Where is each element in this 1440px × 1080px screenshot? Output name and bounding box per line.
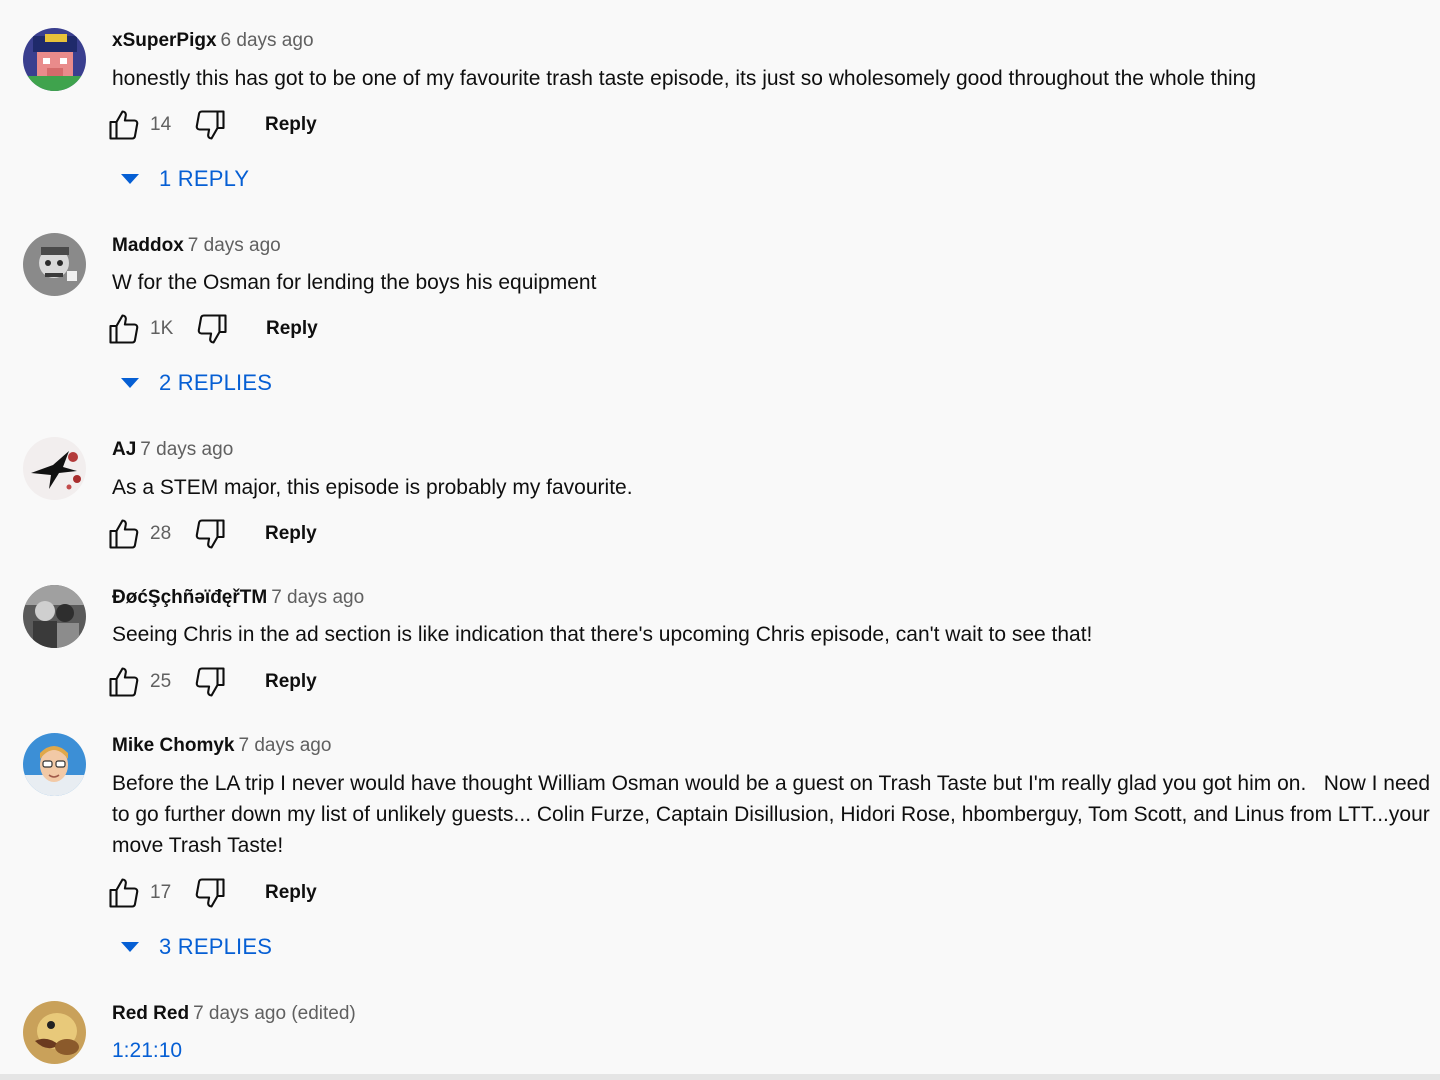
comment-header: Maddox 7 days ago: [112, 233, 281, 259]
caret-down-icon: [121, 942, 139, 952]
view-replies-button[interactable]: 3 REPLIES: [118, 930, 272, 964]
like-button[interactable]: [106, 875, 142, 911]
comment-actions: 28 Reply: [106, 516, 336, 556]
like-count: 17: [150, 882, 172, 903]
comment-actions: 25 Reply: [106, 664, 336, 704]
reply-button[interactable]: Reply: [265, 880, 317, 906]
like-count: 1K: [150, 318, 174, 339]
like-count: 14: [150, 114, 172, 135]
thumbs-up-icon: [109, 878, 139, 908]
user-avatar[interactable]: [23, 733, 86, 796]
user-avatar[interactable]: [23, 437, 86, 500]
dislike-button[interactable]: [192, 664, 228, 700]
comment-timestamp[interactable]: 7 days ago: [271, 587, 364, 608]
view-replies-label: 1 REPLY: [159, 166, 250, 191]
comment-actions: 17 Reply: [106, 875, 336, 915]
comment-text: W for the Osman for lending the boys his…: [112, 271, 597, 294]
comment-text: honestly this has got to be one of my fa…: [112, 67, 1257, 90]
user-avatar[interactable]: [23, 28, 86, 91]
duck-avatar-icon: [23, 1001, 86, 1064]
comment-author[interactable]: Red Red: [112, 1003, 189, 1024]
comment-header: xSuperPigx 6 days ago: [112, 28, 314, 54]
user-avatar[interactable]: [23, 585, 86, 648]
comment-actions: 1K Reply: [106, 311, 336, 351]
user-avatar[interactable]: [23, 233, 86, 296]
reply-button[interactable]: Reply: [265, 669, 317, 695]
thumbs-down-icon: [195, 878, 225, 908]
comment-author[interactable]: AJ: [112, 439, 136, 460]
like-count: 25: [150, 671, 172, 692]
dislike-button[interactable]: [194, 311, 230, 347]
comment-header: Red Red 7 days ago (edited): [112, 1001, 356, 1027]
comment-text: Before the LA trip I never would have th…: [112, 772, 1436, 857]
like-count: 28: [150, 523, 172, 544]
comment-timestamp[interactable]: 7 days ago: [238, 735, 331, 756]
like-button[interactable]: [106, 107, 142, 143]
thumbs-up-icon: [109, 314, 139, 344]
thumbs-down-icon: [195, 110, 225, 140]
thumbs-down-icon: [197, 314, 227, 344]
cartoon-face-avatar-icon: [23, 733, 86, 796]
minecraft-pig-avatar-icon: [23, 28, 86, 91]
dislike-button[interactable]: [192, 107, 228, 143]
view-replies-button[interactable]: 1 REPLY: [118, 162, 249, 196]
comment-actions: 14 Reply: [106, 107, 336, 147]
reply-button[interactable]: Reply: [266, 316, 318, 342]
comment-timestamp[interactable]: 7 days ago: [188, 235, 281, 256]
comment-header: Mike Chomyk 7 days ago: [112, 733, 331, 759]
caret-down-icon: [121, 378, 139, 388]
comment-timestamp[interactable]: 7 days ago (edited): [193, 1003, 356, 1024]
comment-author[interactable]: Mike Chomyk: [112, 735, 234, 756]
timestamp-link[interactable]: 1:21:10: [112, 1035, 1440, 1066]
view-replies-label: 2 REPLIES: [159, 370, 273, 395]
view-replies-label: 3 REPLIES: [159, 934, 273, 959]
like-button[interactable]: [106, 311, 142, 347]
bird-avatar-icon: [23, 437, 86, 500]
thumbs-up-icon: [109, 667, 139, 697]
comment-author[interactable]: xSuperPigx: [112, 30, 217, 51]
user-avatar[interactable]: [23, 1001, 86, 1064]
like-button[interactable]: [106, 516, 142, 552]
bottom-divider: [0, 1074, 1440, 1080]
comment-header: ĐøćŞçhñəïđęřTM 7 days ago: [112, 585, 364, 611]
comment-header: AJ 7 days ago: [112, 437, 233, 463]
thumbs-down-icon: [195, 519, 225, 549]
reply-button[interactable]: Reply: [265, 521, 317, 547]
grey-character-avatar-icon: [23, 233, 86, 296]
comment-timestamp[interactable]: 7 days ago: [140, 439, 233, 460]
thumbs-down-icon: [195, 667, 225, 697]
comment-text: As a STEM major, this episode is probabl…: [112, 476, 633, 499]
comment-author[interactable]: ĐøćŞçhñəïđęřTM: [112, 587, 267, 608]
comment-text: Seeing Chris in the ad section is like i…: [112, 623, 1093, 646]
view-replies-button[interactable]: 2 REPLIES: [118, 366, 272, 400]
comment-timestamp[interactable]: 6 days ago: [221, 30, 314, 51]
thumbs-up-icon: [109, 110, 139, 140]
comment-author[interactable]: Maddox: [112, 235, 184, 256]
reply-button[interactable]: Reply: [265, 112, 317, 138]
bw-photo-avatar-icon: [23, 585, 86, 648]
dislike-button[interactable]: [192, 875, 228, 911]
like-button[interactable]: [106, 664, 142, 700]
thumbs-up-icon: [109, 519, 139, 549]
caret-down-icon: [121, 174, 139, 184]
dislike-button[interactable]: [192, 516, 228, 552]
